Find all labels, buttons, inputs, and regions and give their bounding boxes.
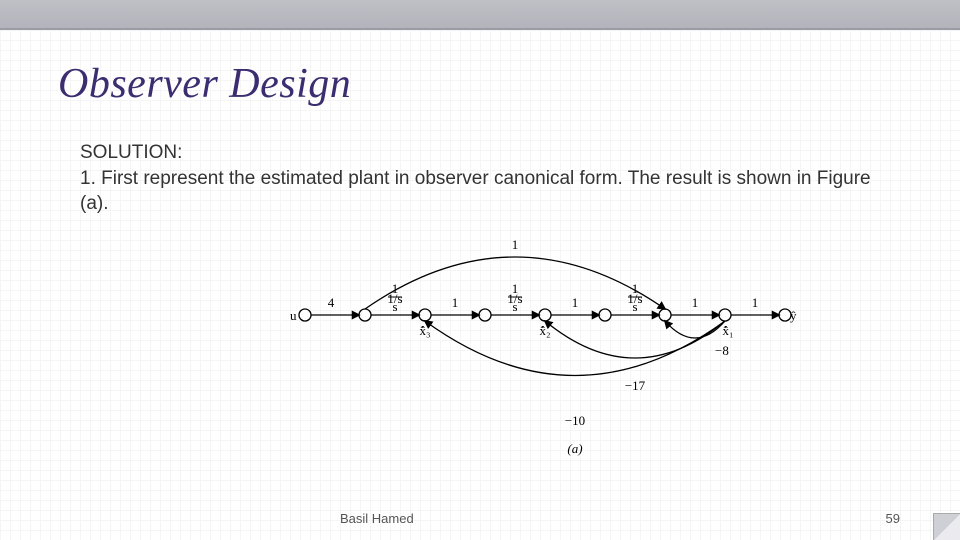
body-text: SOLUTION: 1. First represent the estimat… bbox=[80, 140, 900, 217]
signal-flow-graph: u ŷ 4 1/s 1 1/s 1 1/s 1 1 1 x̂̇₃ x̂̇₂ x̂… bbox=[285, 235, 835, 460]
svg-text:s: s bbox=[632, 299, 637, 314]
step-1-text: 1. First represent the estimated plant i… bbox=[80, 166, 900, 217]
footer-author: Basil Hamed bbox=[340, 511, 414, 526]
svg-text:1: 1 bbox=[392, 281, 399, 296]
fb-1: −17 bbox=[625, 378, 646, 393]
gain-0: 4 bbox=[328, 295, 335, 310]
figure-caption: (a) bbox=[567, 441, 582, 456]
slide-title: Observer Design bbox=[58, 60, 351, 108]
gain-4: 1 bbox=[572, 295, 579, 310]
label-input: u bbox=[290, 308, 297, 323]
svg-text:1: 1 bbox=[512, 281, 519, 296]
fb-0: −8 bbox=[715, 343, 729, 358]
state-x2dot: x̂̇₂ bbox=[539, 323, 550, 338]
label-output: ŷ bbox=[790, 308, 797, 323]
state-x3dot: x̂̇₃ bbox=[419, 323, 430, 338]
footer-page-number: 59 bbox=[886, 511, 900, 526]
solution-label: SOLUTION: bbox=[80, 140, 900, 166]
svg-text:s: s bbox=[512, 299, 517, 314]
gain-top-arc: 1 bbox=[512, 237, 519, 252]
svg-text:1: 1 bbox=[632, 281, 639, 296]
slide-top-bar bbox=[0, 0, 960, 30]
state-x1dot: x̂̇₁ bbox=[722, 323, 733, 338]
svg-text:s: s bbox=[392, 299, 397, 314]
page-corner-fold bbox=[933, 513, 960, 540]
gain-6: 1 bbox=[692, 295, 699, 310]
gain-7: 1 bbox=[752, 295, 759, 310]
fb-2: −10 bbox=[565, 413, 585, 428]
gain-2: 1 bbox=[452, 295, 459, 310]
